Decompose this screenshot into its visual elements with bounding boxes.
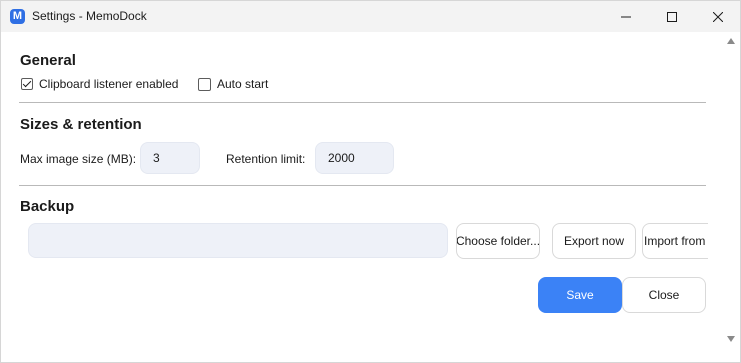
minimize-button[interactable] [603,1,649,32]
close-icon [713,11,723,22]
auto-start-checkbox[interactable] [198,77,211,91]
clipboard-listener-label: Clipboard listener enabled [39,77,179,91]
maximize-button[interactable] [649,1,695,32]
vertical-scrollbar[interactable] [722,32,740,362]
settings-content: General Clipboard listener enabled Auto … [1,32,722,362]
window-title: Settings - MemoDock [32,9,147,23]
import-from-button[interactable]: Import from [642,223,708,259]
app-logo-icon: M [10,9,25,24]
settings-scroll-area: General Clipboard listener enabled Auto … [1,32,708,362]
scroll-down-icon[interactable] [727,336,735,342]
retention-limit-input[interactable]: 2000 [315,142,394,174]
save-button[interactable]: Save [538,277,622,313]
section-divider [19,185,706,186]
sizes-section-title: Sizes & retention [20,116,142,133]
auto-start-label: Auto start [217,77,269,91]
export-now-button[interactable]: Export now [552,223,636,259]
clipboard-listener-toggle[interactable]: Clipboard listener enabled [21,77,178,91]
retention-limit-label: Retention limit: [226,152,306,166]
maximize-icon [667,11,677,22]
minimize-icon [621,16,631,17]
close-button[interactable]: Close [622,277,706,313]
scroll-up-icon[interactable] [727,38,735,44]
backup-folder-input[interactable] [28,223,448,258]
general-section-title: General [20,52,76,69]
clipboard-listener-checkbox[interactable] [21,78,33,90]
choose-folder-button[interactable]: Choose folder... [456,223,540,259]
max-image-size-label: Max image size (MB): [20,152,137,166]
settings-window: M Settings - MemoDock General Clipboard … [0,0,741,363]
title-bar: M Settings - MemoDock [1,1,740,32]
section-divider [19,102,706,103]
backup-section-title: Backup [20,198,75,215]
max-image-size-input[interactable]: 3 [140,142,200,174]
close-window-button[interactable] [695,1,740,32]
auto-start-toggle[interactable]: Auto start [198,77,268,91]
